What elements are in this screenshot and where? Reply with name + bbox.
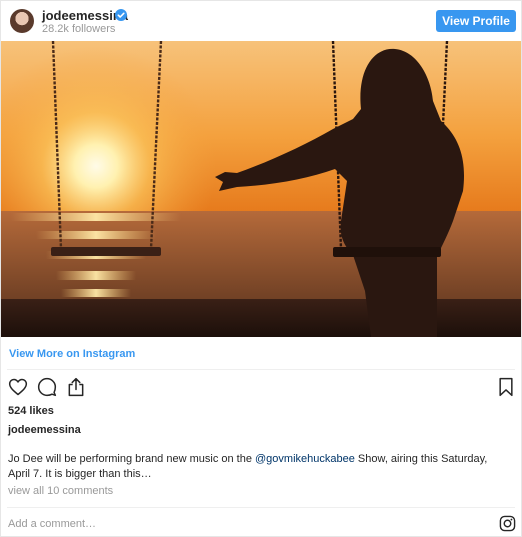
- like-count[interactable]: 524 likes: [8, 405, 54, 417]
- post-caption: Jo Dee will be performing brand new musi…: [8, 452, 508, 482]
- avatar[interactable]: [10, 9, 34, 33]
- divider: [7, 369, 515, 370]
- instagram-embed-card: jodeemessina 28.2k followers View Profil…: [0, 0, 522, 537]
- view-all-comments-link[interactable]: view all 10 comments: [8, 485, 113, 497]
- view-more-link[interactable]: View More on Instagram: [9, 348, 135, 360]
- comment-icon[interactable]: [37, 377, 57, 402]
- view-profile-button[interactable]: View Profile: [436, 10, 516, 32]
- verified-badge-icon: [115, 9, 127, 21]
- divider: [7, 507, 515, 508]
- action-bar: [1, 375, 521, 401]
- caption-text: Jo Dee will be performing brand new musi…: [8, 453, 256, 465]
- add-comment-input[interactable]: Add a comment…: [8, 518, 96, 530]
- instagram-icon[interactable]: [499, 515, 516, 536]
- follower-count: 28.2k followers: [42, 23, 116, 35]
- share-icon[interactable]: [66, 377, 86, 402]
- post-photo[interactable]: [1, 41, 521, 337]
- bookmark-icon[interactable]: [497, 377, 515, 402]
- caption-mention-link[interactable]: @govmikehuckabee: [255, 453, 355, 465]
- post-header: jodeemessina 28.2k followers View Profil…: [1, 1, 521, 41]
- post-username[interactable]: jodeemessina: [8, 424, 81, 436]
- heart-icon[interactable]: [8, 377, 28, 402]
